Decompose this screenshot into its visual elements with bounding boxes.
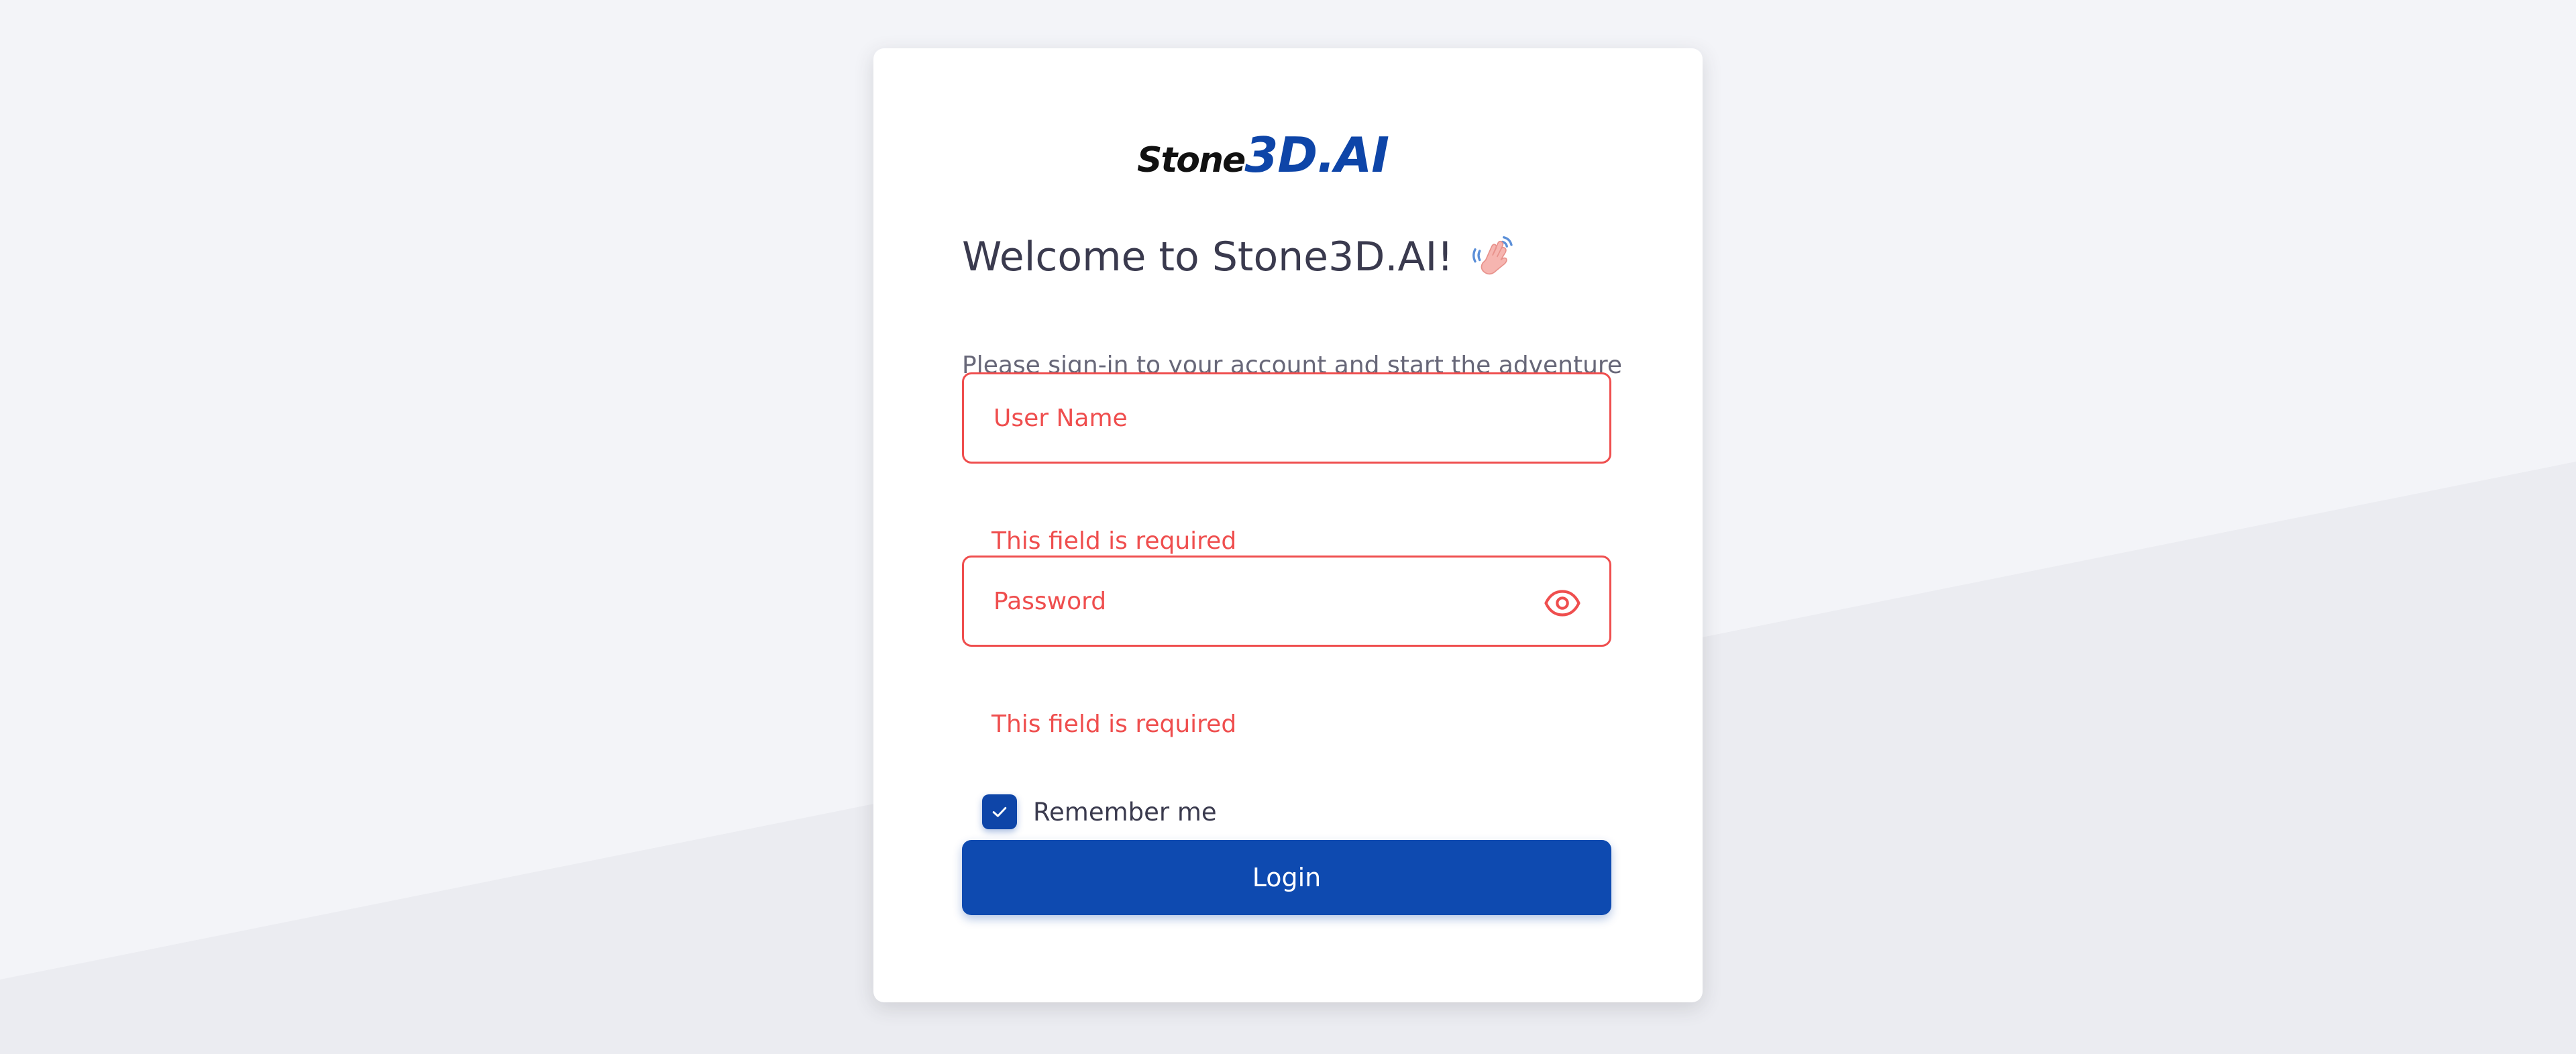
remember-me-label: Remember me [1033,797,1217,827]
password-input[interactable] [994,558,1530,645]
username-field[interactable] [962,372,1611,464]
username-input[interactable] [994,374,1530,462]
logo-text-3dai: 3D.AI [1244,127,1389,183]
login-card: Stone3D.AI Welcome to Stone3D.AI! Please… [873,48,1703,1002]
username-error: This field is required [991,527,1237,555]
waving-hand-icon [1469,233,1517,281]
checkmark-icon [992,806,1007,817]
login-button[interactable]: Login [962,840,1611,915]
brand-logo: Stone3D.AI [1137,131,1439,180]
remember-me[interactable]: Remember me [982,794,1217,829]
eye-icon[interactable] [1544,584,1581,622]
password-field[interactable] [962,556,1611,647]
password-error: This field is required [991,710,1237,738]
remember-me-checkbox[interactable] [982,794,1017,829]
logo-text-stone: Stone [1137,140,1246,180]
page-title-text: Welcome to Stone3D.AI! [962,233,1454,280]
page-title: Welcome to Stone3D.AI! [962,233,1517,281]
